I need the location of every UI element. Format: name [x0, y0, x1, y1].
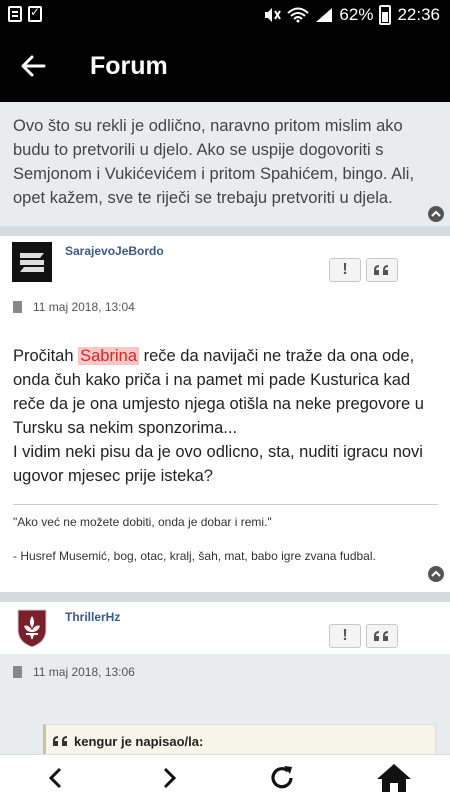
scroll-to-top-button[interactable] [428, 566, 444, 582]
quote-icon [53, 736, 67, 746]
post-actions: ! [329, 624, 398, 648]
post-body: Pročitah Sabrina reče da navijači ne tra… [13, 344, 438, 488]
back-button[interactable] [16, 50, 52, 82]
quote-icon [374, 265, 388, 275]
nav-forward-button[interactable] [153, 763, 185, 793]
quote-button[interactable] [366, 624, 398, 648]
highlighted-word: Sabrina [78, 347, 139, 365]
notification-file-icon [8, 6, 22, 22]
quoted-box: kengur je napisao/la: [43, 724, 436, 754]
post-date: 11 maj 2018, 13:06 [33, 665, 135, 679]
post-date: 11 maj 2018, 13:04 [33, 300, 135, 314]
post-item: ThrillerHz ! 11 maj 2018, 13:06 kengur j… [0, 602, 450, 754]
arrow-left-icon [21, 55, 46, 77]
forum-thread: Ovo što su rekli je odlično, naravno pri… [0, 102, 450, 754]
quote-header: kengur je napisao/la: [74, 734, 204, 749]
file-icon [13, 666, 22, 678]
nav-back-button[interactable] [40, 763, 72, 793]
notification-check-icon [28, 5, 42, 22]
post-item: SarajevoJeBordo ! 11 maj 2018, 13:04 Pro… [0, 236, 450, 592]
post-author[interactable]: ThrillerHz [65, 610, 120, 624]
battery-icon [379, 5, 392, 25]
chevron-left-icon [48, 767, 62, 789]
post-divider [0, 592, 450, 602]
post-divider [0, 226, 450, 236]
report-button[interactable]: ! [329, 624, 361, 648]
signature-quote: "Ako već ne možete dobiti, onda je dobar… [13, 515, 272, 529]
post-header: ThrillerHz ! [0, 602, 450, 654]
battery-percent: 62% [339, 5, 374, 24]
status-notifications [8, 5, 42, 22]
previous-post-body: Ovo što su rekli je odlično, naravno pri… [13, 117, 415, 207]
clock: 22:36 [397, 5, 440, 24]
chevron-up-icon [431, 210, 441, 217]
signature-divider [13, 504, 438, 505]
bottom-navigation [0, 754, 450, 800]
refresh-icon [271, 766, 293, 789]
wifi-icon [287, 7, 310, 23]
status-indicators: 62% 22:36 [263, 5, 440, 25]
post-author[interactable]: SarajevoJeBordo [65, 244, 164, 258]
status-bar: 62% 22:36 [0, 0, 450, 30]
avatar[interactable] [12, 608, 52, 648]
quote-icon [374, 631, 388, 641]
signal-icon [316, 8, 333, 22]
app-bar: Forum [0, 30, 450, 102]
signature-author: - Husref Musemić, bog, otac, kralj, šah,… [13, 549, 376, 563]
mute-icon [265, 8, 282, 22]
post-body-line2: I vidim neki pisu da je ovo odlicno, sta… [13, 443, 423, 485]
scroll-to-top-button[interactable] [428, 206, 444, 222]
quote-button[interactable] [366, 258, 398, 282]
file-icon [13, 301, 22, 313]
post-actions: ! [329, 258, 398, 282]
post-body-text: Pročitah [13, 347, 79, 365]
post-header: SarajevoJeBordo ! [0, 236, 450, 288]
refresh-button[interactable] [266, 763, 298, 793]
home-icon [377, 764, 411, 792]
avatar[interactable] [12, 242, 52, 282]
home-button[interactable] [376, 763, 412, 793]
page-title: Forum [90, 52, 168, 80]
chevron-up-icon [431, 570, 441, 577]
chevron-right-icon [163, 767, 177, 789]
previous-post-text: Ovo što su rekli je odlično, naravno pri… [0, 102, 450, 226]
report-button[interactable]: ! [329, 258, 361, 282]
